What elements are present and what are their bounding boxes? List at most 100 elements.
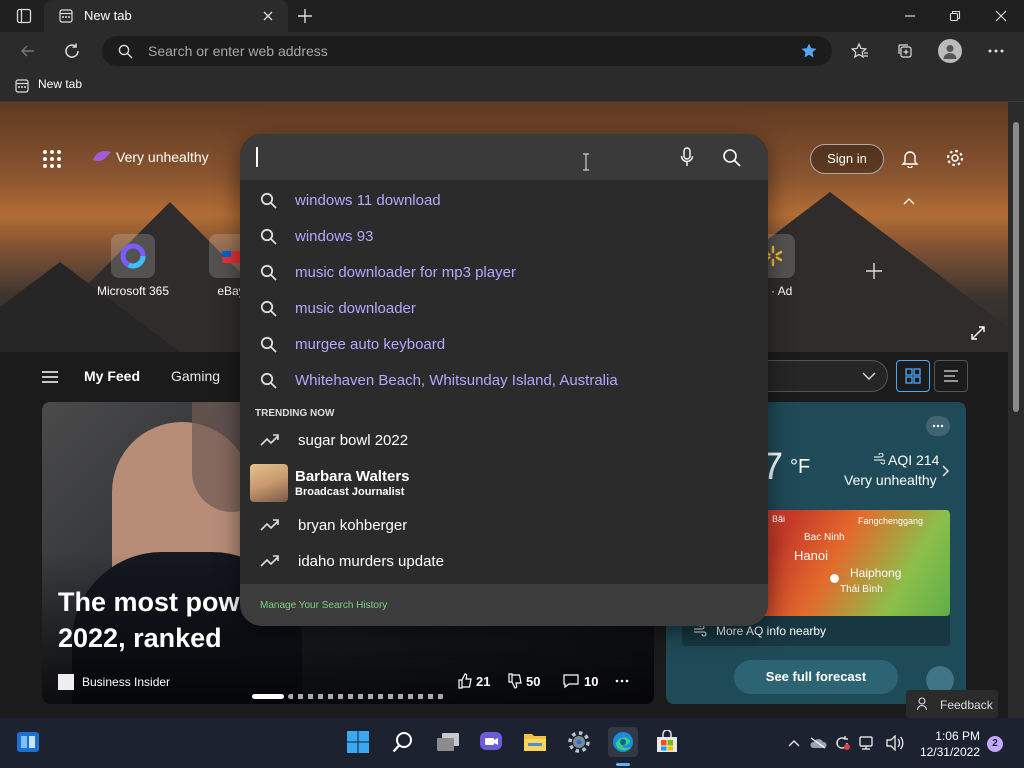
scrollbar-thumb[interactable] <box>1013 122 1019 412</box>
teams-chat-icon[interactable] <box>476 727 506 757</box>
profile-avatar-icon[interactable] <box>938 39 962 63</box>
feed-tab-my-feed[interactable]: My Feed <box>84 368 140 384</box>
weather-card-more-icon[interactable] <box>926 416 950 436</box>
search-dropdown: windows 11 download windows 93 music dow… <box>240 134 768 626</box>
add-quick-link-icon[interactable] <box>862 259 886 283</box>
page-scrollbar[interactable] <box>1008 102 1024 718</box>
collections-icon[interactable] <box>893 40 917 62</box>
notification-bell-icon[interactable] <box>898 146 922 170</box>
sign-in-button[interactable]: Sign in <box>810 144 884 174</box>
tab-actions-icon[interactable] <box>14 6 34 26</box>
trending-text: Barbara Walters <box>295 468 410 485</box>
favorites-bar: New tab <box>0 70 1024 102</box>
new-tab-icon[interactable] <box>294 6 316 26</box>
carousel-indicator-active[interactable] <box>252 694 284 699</box>
trending-header: TRENDING NOW <box>255 408 335 419</box>
text-cursor <box>256 147 258 167</box>
favorite-star-icon[interactable] <box>798 41 820 61</box>
trending-item[interactable]: bryan kohberger <box>260 507 407 543</box>
search-submit-icon[interactable] <box>720 146 742 168</box>
microphone-icon[interactable] <box>676 146 698 168</box>
address-bar[interactable]: Search or enter web address <box>102 36 832 66</box>
show-hidden-icons-chevron-icon[interactable] <box>786 734 802 752</box>
quick-link-microsoft-365[interactable]: Microsoft 365 <box>88 234 178 298</box>
clock[interactable]: 1:06 PM 12/31/2022 <box>914 728 980 760</box>
search-suggestion[interactable]: Whitehaven Beach, Whitsunday Island, Aus… <box>260 362 618 398</box>
search-icon <box>260 264 277 281</box>
settings-more-icon[interactable] <box>984 40 1008 62</box>
search-suggestion[interactable]: music downloader for mp3 player <box>260 254 516 290</box>
search-icon <box>260 372 277 389</box>
list-view-icon[interactable] <box>934 360 968 392</box>
aqi-chevron-right-icon[interactable] <box>940 464 952 478</box>
manage-search-history-link[interactable]: Manage Your Search History <box>260 600 387 611</box>
search-suggestion[interactable]: music downloader <box>260 290 416 326</box>
feedback-icon <box>916 696 932 712</box>
feedback-button[interactable]: Feedback <box>906 690 998 718</box>
close-tab-icon[interactable] <box>260 8 276 24</box>
task-view-icon[interactable] <box>433 727 463 757</box>
comment-icon[interactable] <box>562 672 580 690</box>
volume-icon[interactable] <box>884 734 906 752</box>
headline-line-1: The most pow <box>58 587 240 617</box>
sync-icon[interactable] <box>832 734 852 752</box>
expand-background-icon[interactable] <box>966 322 990 344</box>
trending-arrow-icon <box>260 519 279 531</box>
aqi-label[interactable]: Very unhealthy <box>844 472 937 488</box>
file-explorer-icon[interactable] <box>520 727 550 757</box>
trending-item[interactable]: idaho murders update <box>260 543 444 579</box>
feed-tab-gaming[interactable]: Gaming <box>171 368 220 384</box>
clock-time: 1:06 PM <box>935 729 980 743</box>
chevron-down-icon <box>861 369 877 383</box>
back-icon[interactable] <box>16 40 40 62</box>
close-window-icon[interactable] <box>989 6 1013 26</box>
settings-app-icon[interactable] <box>564 727 594 757</box>
suggestion-text: music downloader for mp3 player <box>295 263 516 281</box>
edge-browser-icon[interactable] <box>608 727 638 757</box>
thumbs-down-icon[interactable] <box>506 672 524 690</box>
headline-line-2: 2022, ranked <box>58 623 222 653</box>
taskbar-search-icon[interactable] <box>388 727 418 757</box>
aqi-value[interactable]: AQI 214 <box>888 452 939 468</box>
start-windows-icon[interactable] <box>343 727 373 757</box>
carousel-indicators[interactable] <box>288 694 444 699</box>
see-full-forecast-button[interactable]: See full forecast <box>734 660 898 694</box>
aqi-wind-icon <box>872 452 886 466</box>
trending-item-entity[interactable]: Barbara Walters Broadcast Journalist <box>295 468 410 498</box>
apps-grid-icon[interactable] <box>40 148 64 170</box>
map-label: Bac Ninh <box>804 532 845 543</box>
address-placeholder: Search or enter web address <box>148 43 328 59</box>
feedback-label: Feedback <box>940 698 993 712</box>
news-source[interactable]: Business Insider <box>82 675 170 689</box>
grid-view-icon[interactable] <box>896 360 930 392</box>
air-quality-label[interactable]: Very unhealthy <box>116 149 209 165</box>
notification-count-badge[interactable]: 2 <box>987 736 1003 752</box>
card-more-icon[interactable] <box>612 672 632 690</box>
thumbs-up-icon[interactable] <box>456 672 474 690</box>
search-suggestion[interactable]: windows 11 download <box>260 182 441 218</box>
widgets-icon[interactable] <box>13 727 43 757</box>
like-count: 21 <box>476 674 491 689</box>
browser-tab[interactable]: New tab <box>44 0 288 32</box>
barbara-walters-thumbnail <box>250 464 288 502</box>
collapse-chevron-up-icon[interactable] <box>900 194 918 208</box>
favorites-icon[interactable] <box>848 40 872 62</box>
network-icon[interactable] <box>858 734 878 752</box>
onedrive-icon[interactable] <box>808 734 828 752</box>
dislike-count: 50 <box>526 674 541 689</box>
favorite-item-new-tab[interactable]: New tab <box>38 77 82 91</box>
search-suggestion[interactable]: windows 93 <box>260 218 373 254</box>
minimize-icon[interactable] <box>898 6 922 26</box>
search-input[interactable] <box>256 144 656 170</box>
trending-item[interactable]: sugar bowl 2022 <box>260 422 408 458</box>
microsoft-365-icon <box>111 234 155 278</box>
feed-menu-hamburger-icon[interactable] <box>38 366 62 388</box>
restore-icon[interactable] <box>943 6 967 26</box>
refresh-icon[interactable] <box>60 40 84 62</box>
tab-title: New tab <box>84 8 132 23</box>
page-settings-gear-icon[interactable] <box>943 146 967 170</box>
microsoft-store-icon[interactable] <box>652 727 682 757</box>
suggestion-text: Whitehaven Beach, Whitsunday Island, Aus… <box>295 371 618 389</box>
search-suggestion[interactable]: murgee auto keyboard <box>260 326 445 362</box>
clock-date: 12/31/2022 <box>919 745 980 759</box>
